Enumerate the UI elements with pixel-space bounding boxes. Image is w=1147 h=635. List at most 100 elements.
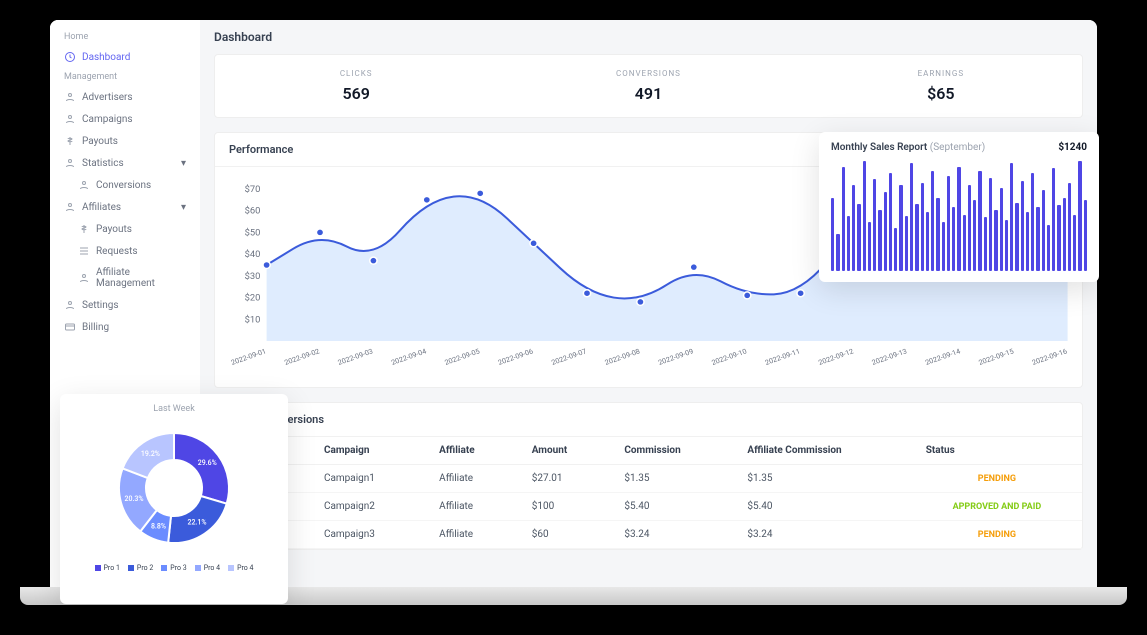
status-badge: PENDING — [978, 530, 1016, 540]
sales-bar — [973, 200, 976, 271]
sidebar-item-label: Dashboard — [82, 52, 130, 63]
sales-bar — [1021, 181, 1024, 271]
sales-bar — [894, 228, 897, 271]
sidebar-item-aff-payouts[interactable]: Payouts — [50, 218, 200, 240]
table-header: Commission — [610, 437, 733, 465]
table-cell: Campaign2 — [310, 493, 425, 521]
legend-item: Pro 1 — [95, 564, 120, 572]
sidebar-item-label: Billing — [82, 322, 109, 333]
status-badge: APPROVED AND PAID — [953, 502, 1042, 512]
legend-swatch — [161, 565, 167, 571]
table-header: Campaign — [310, 437, 425, 465]
svg-text:$20: $20 — [245, 293, 261, 304]
legend-swatch — [195, 565, 201, 571]
sidebar-item-payouts[interactable]: Payouts — [50, 130, 200, 152]
sidebar-item-billing[interactable]: Billing — [50, 316, 200, 338]
table-header: Affiliate Commission — [733, 437, 911, 465]
svg-text:2022-09-15: 2022-09-15 — [977, 347, 1015, 367]
sidebar-item-campaigns[interactable]: Campaigns — [50, 108, 200, 130]
sales-bar — [1078, 161, 1081, 271]
table-row[interactable]: 167812Campaign2Affiliate$100$5.40$5.40AP… — [215, 493, 1082, 521]
sales-bar — [952, 207, 955, 271]
svg-text:2022-09-05: 2022-09-05 — [443, 347, 481, 367]
chevron-down-icon: ▾ — [181, 158, 186, 169]
dollar-icon — [78, 223, 90, 235]
sidebar-item-label: Payouts — [82, 136, 118, 147]
sales-bar — [1010, 163, 1013, 271]
table-row[interactable]: 314567Campaign1Affiliate$27.01$1.35$1.35… — [215, 465, 1082, 493]
svg-text:$70: $70 — [245, 184, 261, 195]
stat-clicks: CLICKS 569 — [215, 55, 497, 117]
svg-text:$50: $50 — [245, 228, 261, 239]
sales-bar — [836, 234, 839, 271]
main-content: Dashboard CLICKS 569 CONVERSIONS 491 EAR… — [200, 20, 1097, 590]
sales-bar — [947, 176, 950, 271]
sales-bar — [884, 192, 887, 271]
sales-bar — [847, 216, 850, 271]
table-cell: Affiliate — [425, 465, 518, 493]
stat-label: CLICKS — [215, 69, 497, 78]
sidebar-item-dashboard[interactable]: Dashboard — [50, 46, 200, 68]
sales-bar — [957, 167, 960, 271]
svg-text:2022-09-03: 2022-09-03 — [336, 347, 374, 367]
sales-bar — [1042, 190, 1045, 271]
table-cell: Affiliate — [425, 493, 518, 521]
table-cell: $3.24 — [610, 521, 733, 549]
stat-earnings: EARNINGS $65 — [800, 55, 1082, 117]
sidebar-item-label: Campaigns — [82, 114, 133, 125]
sales-bar — [910, 163, 913, 271]
table-cell: $27.01 — [518, 465, 611, 493]
svg-text:2022-09-12: 2022-09-12 — [817, 347, 855, 367]
sidebar-item-settings[interactable]: Settings — [50, 294, 200, 316]
table-header: Status — [912, 437, 1082, 465]
panel-title: Latest Conversions — [215, 403, 1082, 437]
user-icon — [64, 113, 76, 125]
sidebar-item-label: Advertisers — [82, 92, 133, 103]
sales-bar — [978, 171, 981, 271]
sales-bar — [915, 204, 918, 271]
sidebar-item-affiliates[interactable]: Affiliates ▾ — [50, 196, 200, 218]
legend-swatch — [128, 565, 134, 571]
sidebar-section-home: Home — [50, 28, 200, 46]
sales-bar — [936, 198, 939, 271]
svg-text:20.3%: 20.3% — [125, 495, 144, 503]
last-week-card: Last Week 29.6%22.1%8.8%20.3%19.2% Pro 1… — [60, 394, 288, 604]
sidebar-item-statistics[interactable]: Statistics ▾ — [50, 152, 200, 174]
user-icon — [78, 272, 90, 284]
sales-bar — [1057, 205, 1060, 271]
sales-bar — [926, 212, 929, 271]
conversions-table: Order IDCampaignAffiliateAmountCommissio… — [215, 437, 1082, 549]
sidebar-item-label: Requests — [96, 246, 138, 257]
table-row[interactable]: 60908Campaign3Affiliate$60$3.24$3.24PEND… — [215, 521, 1082, 549]
table-cell: $1.35 — [610, 465, 733, 493]
svg-text:22.1%: 22.1% — [187, 519, 206, 527]
sales-bar — [868, 222, 871, 271]
last-week-title: Last Week — [70, 404, 278, 414]
sales-bar — [842, 167, 845, 271]
monthly-sales-value: $1240 — [1058, 142, 1087, 153]
card-icon — [64, 321, 76, 333]
user-icon — [78, 179, 90, 191]
sales-bar — [994, 210, 997, 271]
sidebar-item-advertisers[interactable]: Advertisers — [50, 86, 200, 108]
list-icon — [78, 245, 90, 257]
svg-text:$10: $10 — [245, 314, 261, 325]
donut-chart: 29.6%22.1%8.8%20.3%19.2% — [70, 418, 278, 558]
legend-label: Pro 4 — [237, 564, 253, 572]
last-week-legend: Pro 1Pro 2Pro 3Pro 4Pro 4 — [70, 564, 278, 572]
svg-text:2022-09-09: 2022-09-09 — [657, 347, 695, 367]
legend-item: Pro 4 — [195, 564, 220, 572]
stat-conversions: CONVERSIONS 491 — [507, 55, 789, 117]
user-icon — [64, 91, 76, 103]
sidebar-item-requests[interactable]: Requests — [50, 240, 200, 262]
sales-bar — [984, 217, 987, 271]
table-cell: $100 — [518, 493, 611, 521]
clock-icon — [64, 51, 76, 63]
sidebar-item-label: Settings — [82, 300, 119, 311]
sidebar-item-aff-mgmt[interactable]: Affiliate Management — [50, 262, 200, 294]
sales-bar — [878, 210, 881, 271]
svg-text:19.2%: 19.2% — [141, 450, 160, 458]
sales-bar — [857, 204, 860, 271]
table-cell: $5.40 — [733, 493, 911, 521]
sidebar-item-conversions[interactable]: Conversions — [50, 174, 200, 196]
